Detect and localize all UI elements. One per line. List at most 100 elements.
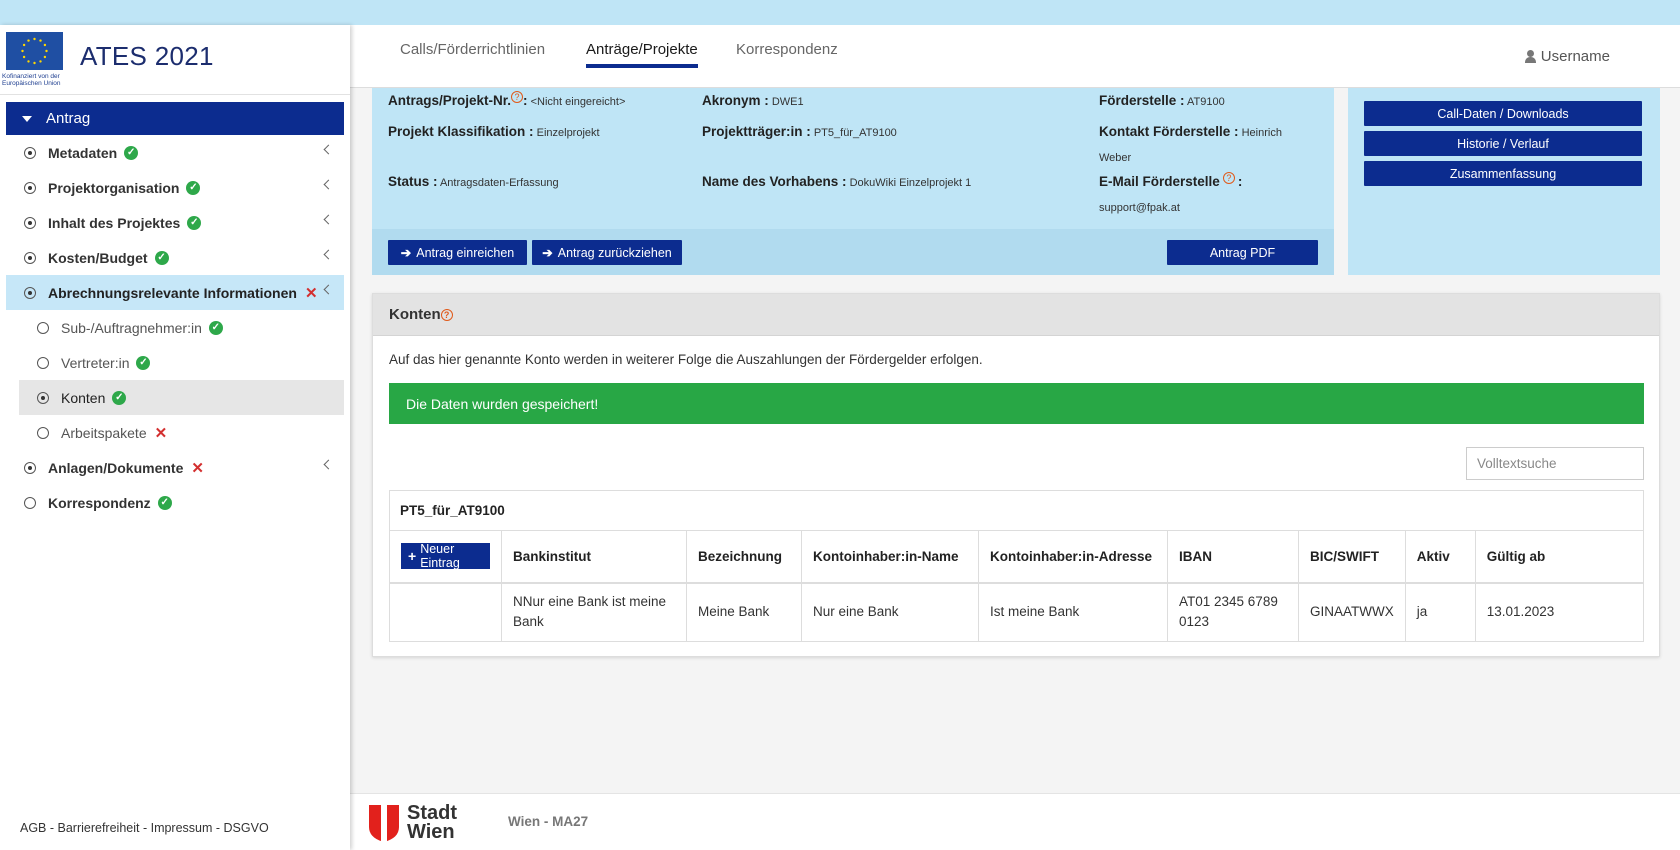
field-value: support@fpak.at: [1099, 202, 1180, 214]
nav-section-label: Antrag: [46, 110, 91, 127]
radio-icon: [37, 426, 49, 439]
column-header[interactable]: BIC/SWIFT: [1298, 530, 1406, 584]
application-pdf-button[interactable]: Antrag PDF: [1167, 240, 1318, 265]
eu-flag-icon: [6, 32, 63, 70]
nav-section-antrag[interactable]: Antrag: [6, 102, 344, 135]
sidebar-item-projektorganisation[interactable]: Projektorganisation ✓: [6, 170, 344, 205]
sidebar: Kofinanziert von der Europäischen Union …: [0, 25, 350, 850]
sidebar-item-label: Korrespondenz: [48, 494, 151, 511]
column-header[interactable]: IBAN: [1167, 530, 1299, 584]
history-button[interactable]: Historie / Verlauf: [1364, 131, 1642, 156]
org-label: Wien - MA27: [508, 814, 589, 829]
footer: Stadt Wien Wien - MA27: [350, 793, 1680, 850]
side-actions-panel: Call-Daten / Downloads Historie / Verlau…: [1348, 88, 1660, 275]
field-value: DWE1: [771, 96, 804, 108]
column-header[interactable]: Gültig ab: [1474, 530, 1645, 584]
field-label: Projekt Klassifikation :: [388, 124, 534, 139]
field-value: Antragsdaten-Erfassung: [439, 177, 559, 189]
application-info-panel: Antrags/Projekt-Nr.?: <Nicht eingereicht…: [372, 88, 1334, 275]
call-data-downloads-button[interactable]: Call-Daten / Downloads: [1364, 101, 1642, 126]
table-header-action: + Neuer Eintrag: [389, 530, 502, 584]
table-cell: Nur eine Bank: [801, 582, 979, 642]
sidebar-item-korrespondenz[interactable]: Korrespondenz ✓: [6, 485, 344, 520]
tab-antraege[interactable]: Anträge/Projekte: [586, 41, 698, 68]
radio-icon: [24, 216, 36, 229]
sidebar-item-label: Arbeitspakete: [61, 424, 147, 441]
withdraw-application-button[interactable]: ➔ Antrag zurückziehen: [532, 240, 682, 265]
sidebar-item-label: Kosten/Budget: [48, 249, 148, 266]
field-label: Kontakt Förderstelle :: [1099, 124, 1239, 139]
sidebar-item-subauftragnehmer[interactable]: Sub-/Auftragnehmer:in ✓: [6, 310, 344, 345]
sidebar-item-metadaten[interactable]: Metadaten ✓: [6, 135, 344, 170]
field-label: Akronym :: [702, 93, 769, 108]
brand: Kofinanziert von der Europäischen Union …: [0, 25, 350, 95]
radio-icon: [24, 496, 36, 509]
help-icon[interactable]: ?: [440, 308, 453, 321]
sidebar-item-kosten[interactable]: Kosten/Budget ✓: [6, 240, 344, 275]
column-header[interactable]: Bankinstitut: [501, 530, 687, 584]
field-akronym: Akronym : DWE1: [702, 88, 804, 115]
column-header[interactable]: Kontoinhaber:in-Adresse: [978, 530, 1168, 584]
radio-icon: [24, 461, 36, 474]
chevron-left-icon: [323, 459, 334, 470]
tab-calls[interactable]: Calls/Förderrichtlinien: [400, 41, 545, 64]
help-icon[interactable]: ?: [1222, 172, 1235, 185]
group-header: PT5_für_AT9100: [389, 490, 1644, 531]
column-header[interactable]: Bezeichnung: [686, 530, 802, 584]
sidebar-item-label: Konten: [61, 389, 106, 406]
table-cell: GINAATWWX: [1298, 582, 1406, 642]
cross-icon: ✕: [304, 284, 318, 302]
field-value: <Nicht eingereicht>: [530, 96, 626, 108]
sidebar-item-arbeitspakete[interactable]: Arbeitspakete ✕: [6, 415, 344, 450]
radio-icon: [24, 286, 36, 299]
field-value: DokuWiki Einzelprojekt 1: [849, 177, 972, 189]
konten-card: Konten? Auf das hier genannte Konto werd…: [372, 293, 1660, 657]
button-label: Antrag zurückziehen: [557, 245, 672, 260]
radio-icon: [24, 251, 36, 264]
column-header[interactable]: Aktiv: [1404, 530, 1476, 584]
submit-application-button[interactable]: ➔ Antrag einreichen: [388, 240, 527, 265]
field-value: Weber: [1099, 152, 1132, 164]
sidebar-item-inhalt[interactable]: Inhalt des Projektes ✓: [6, 205, 344, 240]
field-label: Förderstelle :: [1099, 93, 1185, 108]
tab-korrespondenz[interactable]: Korrespondenz: [736, 41, 838, 64]
card-header: Konten?: [373, 294, 1659, 336]
caret-down-icon: [22, 115, 32, 122]
user-icon: [1524, 50, 1537, 63]
column-header[interactable]: Kontoinhaber:in-Name: [801, 530, 979, 584]
user-menu[interactable]: Username: [1524, 48, 1610, 65]
button-label: Antrag einreichen: [416, 245, 515, 260]
sidebar-item-label: Projektorganisation: [48, 179, 180, 196]
check-icon: ✓: [124, 145, 139, 160]
table-cell-action: [389, 582, 502, 642]
help-icon[interactable]: ?: [511, 91, 524, 104]
summary-button[interactable]: Zusammenfassung: [1364, 161, 1642, 186]
table-cell: Meine Bank: [686, 582, 802, 642]
radio-icon: [24, 181, 36, 194]
sidebar-item-label: Inhalt des Projektes: [48, 214, 181, 231]
field-value: Einzelprojekt: [536, 127, 600, 139]
check-icon: ✓: [112, 390, 127, 405]
field-colon: :: [1237, 174, 1243, 189]
top-strip: [0, 0, 1680, 25]
sidebar-item-abrechnung[interactable]: Abrechnungsrelevante Informationen ✕: [6, 275, 344, 310]
sidebar-item-vertreter[interactable]: Vertreter:in ✓: [6, 345, 344, 380]
logo-line: Wien: [407, 821, 455, 843]
table-row[interactable]: NNur eine Bank ist meine Bank Meine Bank…: [389, 582, 1645, 642]
fulltext-search-input[interactable]: [1466, 447, 1644, 480]
chevron-left-icon: [323, 284, 334, 295]
card-description: Auf das hier genannte Konto werden in we…: [389, 352, 983, 367]
field-value: AT9100: [1186, 96, 1225, 108]
logo-text: Stadt Wien: [407, 803, 457, 843]
new-entry-button[interactable]: + Neuer Eintrag: [401, 542, 490, 570]
field-label: Projektträger:in :: [702, 124, 811, 139]
check-icon: ✓: [187, 215, 202, 230]
action-bar: ➔ Antrag einreichen ➔ Antrag zurückziehe…: [372, 229, 1334, 275]
footer-links[interactable]: AGB - Barrierefreiheit - Impressum - DSG…: [20, 821, 269, 835]
sidebar-item-anlagen[interactable]: Anlagen/Dokumente ✕: [6, 450, 344, 485]
field-kontakt: Kontakt Förderstelle : Heinrich Weber: [1099, 119, 1329, 171]
sidebar-item-konten[interactable]: Konten ✓: [19, 380, 344, 415]
stadt-wien-logo[interactable]: Stadt Wien: [369, 803, 457, 843]
arrow-right-icon: ➔: [400, 246, 412, 260]
eu-cofinanced-text: Kofinanziert von der Europäischen Union: [2, 73, 61, 87]
